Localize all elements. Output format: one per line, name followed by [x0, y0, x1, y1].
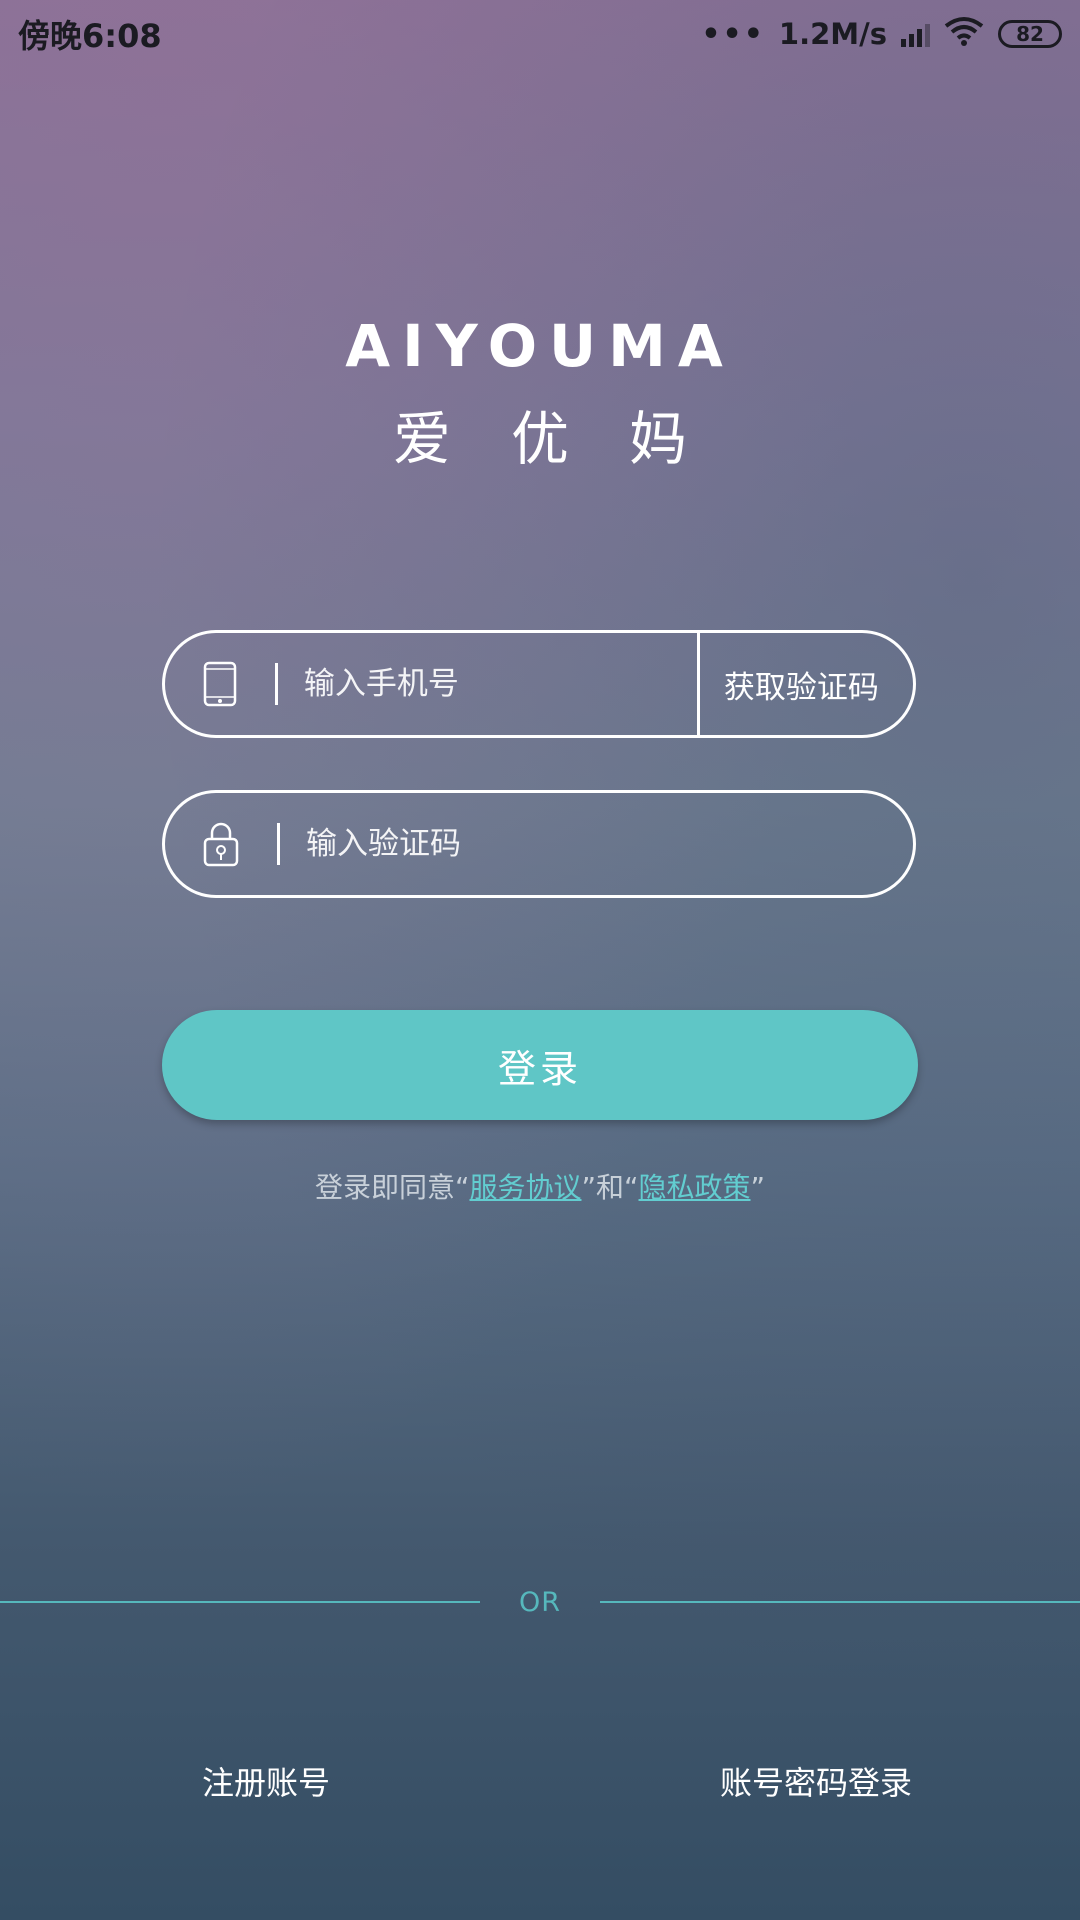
get-code-button[interactable]: 获取验证码	[696, 633, 913, 735]
privacy-policy-link[interactable]: 隐私政策	[639, 1171, 751, 1204]
phone-field[interactable]: 获取验证码	[162, 630, 916, 738]
login-button[interactable]: 登录	[162, 1010, 918, 1120]
code-field[interactable]	[162, 790, 916, 898]
signal-icon	[901, 21, 930, 47]
code-input[interactable]	[280, 792, 913, 896]
agreement-suffix: ”	[750, 1171, 766, 1204]
or-divider: OR	[0, 1580, 1080, 1624]
status-time: 傍晚6:08	[18, 17, 162, 55]
password-login-link[interactable]: 账号密码登录	[720, 1758, 912, 1804]
lock-icon	[165, 793, 277, 895]
network-speed: 1.2M/s	[778, 17, 887, 51]
status-bar: 傍晚6:08 ••• 1.2M/s 82	[0, 0, 1080, 68]
or-label: OR	[518, 1586, 561, 1618]
wifi-icon	[944, 16, 984, 53]
status-dots: •••	[701, 16, 765, 52]
phone-icon	[165, 633, 275, 735]
agreement-prefix: 登录即同意“	[314, 1171, 470, 1204]
login-screen: 傍晚6:08 ••• 1.2M/s 82 AIYOUMA 爱优妈 输入手机号 获…	[0, 0, 1080, 1920]
divider-line-right	[600, 1601, 1080, 1603]
agreement-middle: ”和“	[581, 1171, 639, 1204]
status-indicators: ••• 1.2M/s 82	[701, 16, 1062, 53]
logo-chinese: 爱优妈	[392, 405, 747, 473]
phone-input[interactable]	[277, 632, 697, 736]
register-link[interactable]: 注册账号	[202, 1758, 330, 1804]
divider-line-left	[0, 1601, 480, 1603]
logo-english: AIYOUMA	[345, 312, 735, 380]
agreement-text: 登录即同意“服务协议”和“隐私政策”	[0, 1166, 1080, 1206]
service-agreement-link[interactable]: 服务协议	[469, 1171, 581, 1204]
battery-indicator: 82	[998, 20, 1062, 48]
